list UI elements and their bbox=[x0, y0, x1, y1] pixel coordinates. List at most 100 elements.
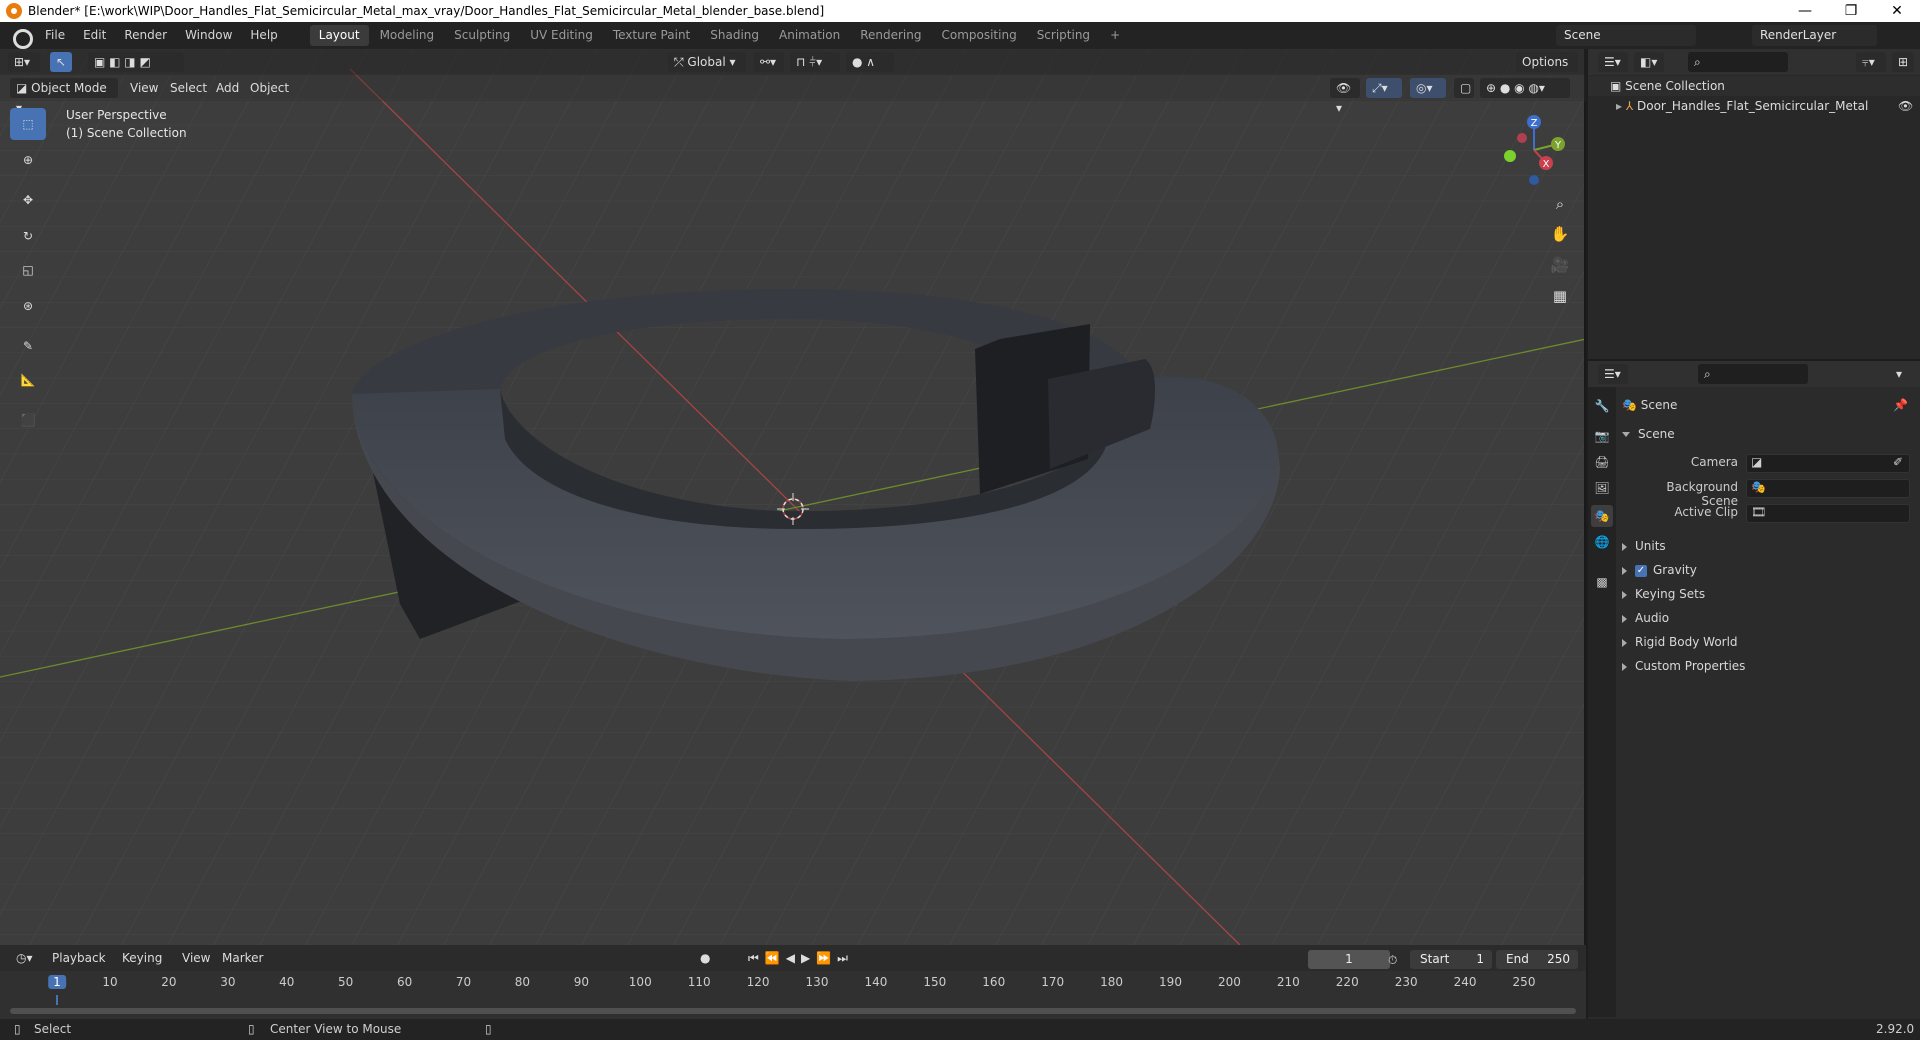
ortho-grid-icon[interactable]: ▦ bbox=[1546, 282, 1574, 310]
minimize-button[interactable]: — bbox=[1782, 3, 1828, 19]
blender-menu-icon[interactable] bbox=[10, 26, 33, 49]
panel-units[interactable]: Units bbox=[1622, 536, 1666, 556]
tool-tab-icon[interactable]: 🔧 bbox=[1591, 395, 1613, 417]
menu-window[interactable]: Window bbox=[176, 22, 241, 49]
pivot-point-icon[interactable]: ⚯▾ bbox=[754, 52, 784, 72]
xray-icon[interactable]: ▢ bbox=[1454, 78, 1474, 98]
tab-rendering[interactable]: Rendering bbox=[851, 25, 930, 46]
rotate-tool-icon[interactable]: ↻ bbox=[10, 220, 46, 252]
view-layer-selector[interactable]: RenderLayer bbox=[1752, 25, 1877, 46]
panel-rigid-body-world[interactable]: Rigid Body World bbox=[1622, 632, 1738, 652]
scale-tool-icon[interactable]: ◱ bbox=[10, 254, 46, 286]
tab-texture-paint[interactable]: Texture Paint bbox=[604, 25, 699, 46]
menu-timeline-view[interactable]: View bbox=[182, 948, 210, 968]
gravity-checkbox[interactable]: ✓ bbox=[1635, 564, 1647, 577]
tab-shading[interactable]: Shading bbox=[701, 25, 768, 46]
tab-sculpting[interactable]: Sculpting bbox=[445, 25, 519, 46]
visibility-icon[interactable]: 👁▾ bbox=[1330, 78, 1360, 115]
pin-icon[interactable]: 📌 bbox=[1893, 394, 1908, 416]
cursor-tool-icon[interactable]: ⊕ bbox=[10, 144, 46, 176]
shading-mode-icons[interactable]: ⊕ ● ◉ ◍▾ bbox=[1480, 78, 1570, 98]
navigation-gizmo[interactable]: Z Y X bbox=[1490, 110, 1570, 190]
properties-editor-type-icon[interactable]: ☰▾ bbox=[1598, 364, 1628, 384]
camera-view-icon[interactable]: 🎥 bbox=[1546, 251, 1574, 279]
add-workspace-button[interactable]: + bbox=[1101, 25, 1129, 46]
eyedropper-icon[interactable]: ✐ bbox=[1893, 455, 1903, 469]
select-tool-icon[interactable]: ↖ bbox=[50, 52, 72, 72]
outliner-editor-type-icon[interactable]: ☰▾ bbox=[1598, 52, 1628, 72]
active-clip-field[interactable]: 🎞 bbox=[1746, 504, 1910, 523]
menu-render[interactable]: Render bbox=[115, 22, 176, 49]
texture-tab-icon[interactable]: ▩ bbox=[1591, 571, 1613, 593]
select-box-icon[interactable]: ⬚ bbox=[10, 108, 46, 140]
tab-compositing[interactable]: Compositing bbox=[932, 25, 1025, 46]
expand-arrow-icon[interactable]: ▸ bbox=[1616, 99, 1626, 113]
display-mode-icon[interactable]: ◧▾ bbox=[1634, 52, 1664, 72]
render-tab-icon[interactable]: 📷 bbox=[1591, 425, 1613, 447]
measure-tool-icon[interactable]: 📐 bbox=[10, 364, 46, 396]
tab-animation[interactable]: Animation bbox=[770, 25, 849, 46]
panel-scene-header[interactable]: Scene bbox=[1622, 424, 1675, 444]
outliner-row-scene-collection[interactable]: ▣ Scene Collection bbox=[1588, 76, 1920, 96]
menu-playback[interactable]: Playback bbox=[52, 948, 106, 968]
background-scene-field[interactable]: 🎭 bbox=[1746, 479, 1910, 498]
properties-options-chevron-icon[interactable]: ▾ bbox=[1896, 364, 1902, 384]
menu-marker[interactable]: Marker bbox=[222, 948, 263, 968]
tab-scripting[interactable]: Scripting bbox=[1028, 25, 1099, 46]
playhead-line[interactable] bbox=[56, 995, 58, 1005]
menu-select[interactable]: Select bbox=[170, 78, 207, 98]
options-dropdown[interactable]: Options bbox=[1516, 52, 1578, 72]
snap-icon[interactable]: ⊓ ⫩▾ bbox=[790, 52, 840, 72]
transform-orientation-dropdown[interactable]: ⤱ Global ▾ bbox=[668, 52, 746, 72]
properties-search-input[interactable]: ⌕ bbox=[1698, 364, 1808, 384]
scene-selector[interactable]: Scene bbox=[1556, 25, 1696, 46]
menu-help[interactable]: Help bbox=[241, 22, 286, 49]
menu-keying[interactable]: Keying bbox=[122, 948, 162, 968]
menu-file[interactable]: File bbox=[36, 22, 74, 49]
panel-custom-properties[interactable]: Custom Properties bbox=[1622, 656, 1745, 676]
add-cube-tool-icon[interactable]: ⬛ bbox=[10, 404, 46, 436]
current-frame-field[interactable]: 1 bbox=[1308, 950, 1390, 969]
playback-controls-icons[interactable]: ⏮⏪◀▶⏩⏭ bbox=[748, 948, 854, 968]
menu-edit[interactable]: Edit bbox=[74, 22, 115, 49]
outliner-search-input[interactable]: ⌕ bbox=[1688, 52, 1788, 72]
eye-visibility-icon[interactable]: 👁 bbox=[1898, 96, 1913, 116]
close-button[interactable]: ✕ bbox=[1874, 3, 1920, 19]
overlay-toggle-icon[interactable]: ◎▾ bbox=[1410, 78, 1446, 98]
tab-modeling[interactable]: Modeling bbox=[371, 25, 444, 46]
pan-hand-icon[interactable]: ✋ bbox=[1546, 220, 1574, 248]
scene-tab-icon[interactable]: 🎭 bbox=[1591, 505, 1613, 527]
start-frame-field[interactable]: Start 1 bbox=[1410, 950, 1492, 969]
gizmo-toggle-icon[interactable]: ⤢▾ bbox=[1366, 78, 1402, 98]
outliner-row-object[interactable]: ▸ ⅄ Door_Handles_Flat_Semicircular_Metal… bbox=[1588, 96, 1920, 116]
panel-gravity[interactable]: ✓ Gravity bbox=[1622, 560, 1697, 580]
panel-audio[interactable]: Audio bbox=[1622, 608, 1669, 628]
tab-uv-editing[interactable]: UV Editing bbox=[521, 25, 602, 46]
annotate-tool-icon[interactable]: ✎ bbox=[10, 330, 46, 362]
selection-mode-icons[interactable]: ▣ ◧ ◨ ◩ bbox=[88, 52, 184, 72]
proportional-edit-icon[interactable]: ● ∧ bbox=[846, 52, 894, 72]
timeline-scrollbar[interactable] bbox=[10, 1008, 1576, 1014]
new-collection-icon[interactable]: ⊞ bbox=[1892, 52, 1914, 72]
panel-keying-sets[interactable]: Keying Sets bbox=[1622, 584, 1705, 604]
3d-viewport[interactable] bbox=[0, 49, 1586, 945]
timeline-editor-type-icon[interactable]: ◷▾ bbox=[10, 948, 40, 968]
world-tab-icon[interactable]: 🌐 bbox=[1591, 531, 1613, 553]
menu-view[interactable]: View bbox=[130, 78, 158, 98]
maximize-button[interactable]: ❐ bbox=[1828, 3, 1874, 19]
end-frame-field[interactable]: End 250 bbox=[1496, 950, 1578, 969]
zoom-icon[interactable]: ⌕ bbox=[1546, 190, 1574, 218]
menu-add[interactable]: Add bbox=[216, 78, 239, 98]
output-tab-icon[interactable]: 🖨 bbox=[1591, 451, 1613, 473]
object-mode-dropdown[interactable]: ◪ Object Mode ▾ bbox=[10, 78, 118, 115]
record-icon[interactable]: ● bbox=[700, 948, 710, 968]
filter-icon[interactable]: ⫧▾ bbox=[1856, 52, 1886, 72]
editor-type-icon[interactable]: ⊞▾ bbox=[8, 52, 40, 72]
move-tool-icon[interactable]: ✥ bbox=[10, 184, 46, 216]
tab-layout[interactable]: Layout bbox=[309, 25, 369, 46]
camera-field[interactable]: ◪ ✐ bbox=[1746, 454, 1910, 473]
view-layer-tab-icon[interactable]: 🖼 bbox=[1591, 477, 1613, 499]
clock-icon[interactable]: ⏱ bbox=[1388, 950, 1397, 970]
transform-tool-icon[interactable]: ⊛ bbox=[10, 290, 46, 322]
menu-object[interactable]: Object bbox=[250, 78, 289, 98]
